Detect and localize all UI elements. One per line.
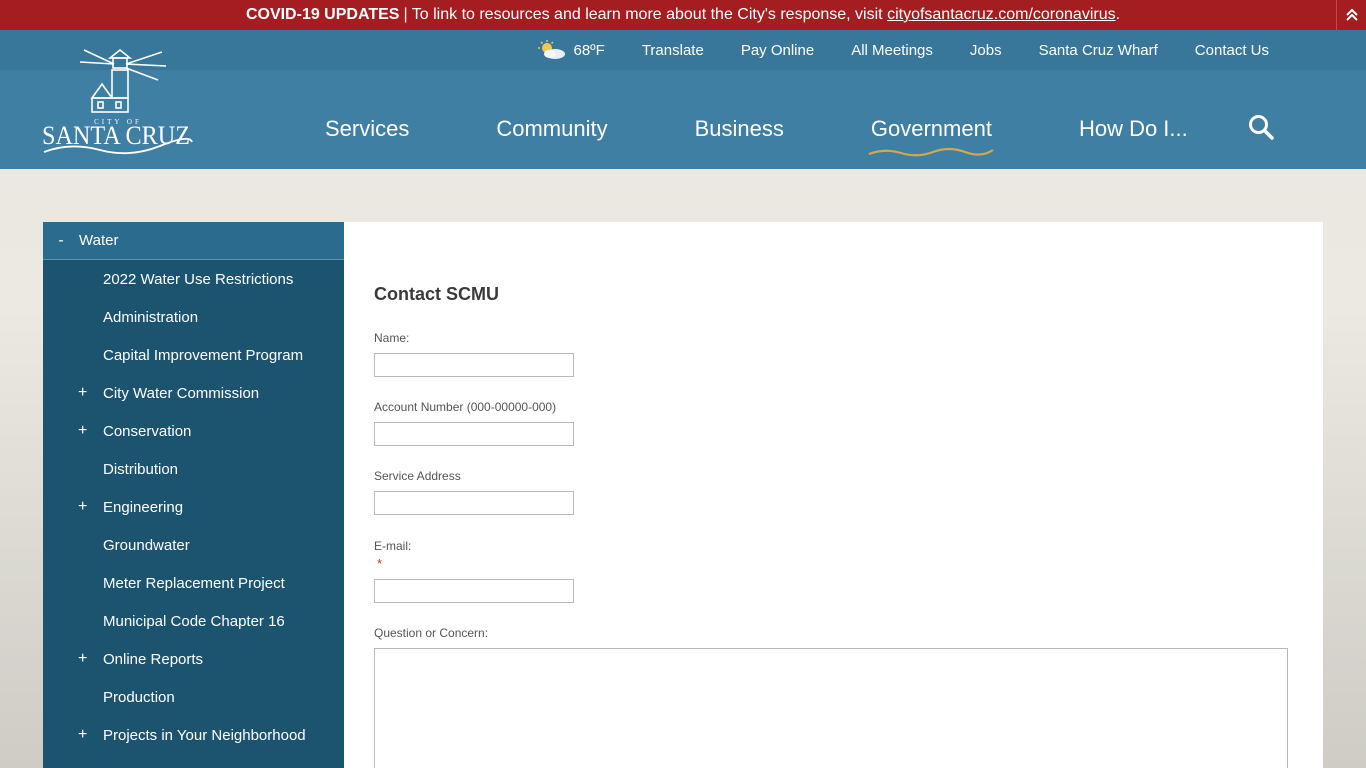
contact-us-link[interactable]: Contact Us (1195, 42, 1269, 59)
sidebar-item-label: City Water Commission (103, 384, 260, 402)
sidebar-item[interactable]: 2022 Water Use Restrictions (43, 260, 344, 298)
sidebar-item[interactable]: + Projects in Your Neighborhood (43, 716, 344, 754)
expand-toggle[interactable]: + (78, 726, 87, 744)
question-label: Question or Concern: (374, 626, 489, 640)
sidebar-item-label: Groundwater (103, 536, 190, 554)
pay-online-link[interactable]: Pay Online (741, 42, 814, 59)
nav-how-do-i[interactable]: How Do I... (1079, 116, 1188, 142)
active-underline-wave (868, 147, 994, 157)
sidebar-item[interactable]: + City Water Commission (43, 374, 344, 412)
sidebar-item-label: Engineering (103, 498, 184, 516)
santa-cruz-wharf-link[interactable]: Santa Cruz Wharf (1039, 42, 1158, 59)
sidebar-item[interactable]: + Online Reports (43, 640, 344, 678)
nav-government-label: Government (870, 116, 992, 141)
sidebar-item-label: Conservation (103, 422, 192, 440)
main-content: Contact SCMU Name: Account Number (000-0… (344, 222, 1323, 768)
sidebar-item[interactable]: + Conservation (43, 412, 344, 450)
expand-toggle[interactable]: + (78, 422, 87, 440)
nav-business[interactable]: Business (695, 116, 784, 142)
sidebar-item-label: Distribution (103, 460, 179, 478)
name-input[interactable] (374, 353, 574, 377)
nav-community[interactable]: Community (496, 116, 607, 142)
sidebar-item[interactable]: Administration (43, 298, 344, 336)
sidebar-item-label: Projects in Your Neighborhood (103, 726, 306, 744)
account-number-label: Account Number (000-00000-000) (374, 400, 557, 414)
service-address-input[interactable] (374, 491, 574, 515)
sidebar-item-label: Meter Replacement Project (103, 574, 285, 592)
sidebar-item[interactable]: Distribution (43, 450, 344, 488)
chevron-up-icon (1345, 8, 1358, 21)
account-number-input[interactable] (374, 422, 574, 446)
covid-alert-bar: COVID-19 UPDATES | To link to resources … (0, 0, 1366, 30)
sidebar-item[interactable]: + Engineering (43, 488, 344, 526)
sidebar-item[interactable]: Groundwater (43, 526, 344, 564)
all-meetings-link[interactable]: All Meetings (851, 42, 933, 59)
collapse-toggle[interactable]: - (43, 232, 79, 250)
site-header: CITY OF SANTA CRUZ 68ºF Translate Pay On… (0, 30, 1366, 169)
alert-tail: . (1115, 6, 1121, 23)
question-textarea[interactable] (374, 648, 1288, 768)
sidebar-item[interactable]: Capital Improvement Program (43, 336, 344, 374)
alert-collapse-button[interactable] (1336, 0, 1366, 30)
sidebar-item-label: Capital Improvement Program (103, 346, 304, 364)
sidebar-item[interactable]: Municipal Code Chapter 16 (43, 602, 344, 640)
nav-services[interactable]: Services (325, 116, 409, 142)
alert-text: | To link to resources and learn more ab… (403, 6, 883, 23)
search-icon[interactable] (1248, 114, 1274, 140)
city-logo[interactable]: CITY OF SANTA CRUZ (40, 46, 196, 158)
expand-toggle[interactable]: + (78, 384, 87, 402)
nav-government[interactable]: Government (868, 116, 994, 157)
main-nav: Services Community Business Government H… (325, 116, 1188, 157)
email-label: E-mail: (374, 539, 412, 553)
sidebar-item[interactable]: Meter Replacement Project (43, 564, 344, 602)
alert-link[interactable]: cityofsantacruz.com/coronavirus (887, 6, 1116, 24)
utility-nav: 68ºF Translate Pay Online All Meetings J… (537, 40, 1269, 60)
weather-widget[interactable]: 68ºF (537, 40, 605, 60)
partly-cloudy-icon (537, 40, 565, 59)
sidebar-head-water[interactable]: - Water (43, 222, 344, 260)
sidebar-list: 2022 Water Use Restrictions Administrati… (43, 260, 344, 754)
required-indicator: * (377, 556, 383, 571)
sidebar-item-label: Online Reports (103, 650, 204, 668)
sidebar-item-label: 2022 Water Use Restrictions (103, 270, 294, 288)
svg-text:SANTA CRUZ: SANTA CRUZ (42, 121, 190, 150)
email-input[interactable] (374, 579, 574, 603)
logo-santa-cruz: SANTA CRUZ (42, 121, 190, 150)
sidebar-item-label: Production (103, 688, 175, 706)
alert-title: COVID-19 UPDATES (245, 6, 400, 23)
expand-toggle[interactable]: + (78, 650, 87, 668)
section-sidebar: - Water 2022 Water Use Restrictions Admi… (43, 222, 344, 768)
weather-temp: 68ºF (573, 41, 605, 59)
sidebar-item[interactable]: Production (43, 678, 344, 716)
expand-toggle[interactable]: + (78, 498, 87, 516)
service-address-label: Service Address (374, 469, 461, 483)
sidebar-head-label: Water (79, 232, 119, 249)
name-label: Name: (374, 331, 410, 345)
sidebar-item-label: Administration (103, 308, 199, 326)
form-title: Contact SCMU (374, 284, 499, 304)
sidebar-item-label: Municipal Code Chapter 16 (103, 612, 285, 630)
jobs-link[interactable]: Jobs (970, 42, 1002, 59)
translate-link[interactable]: Translate (642, 42, 704, 59)
